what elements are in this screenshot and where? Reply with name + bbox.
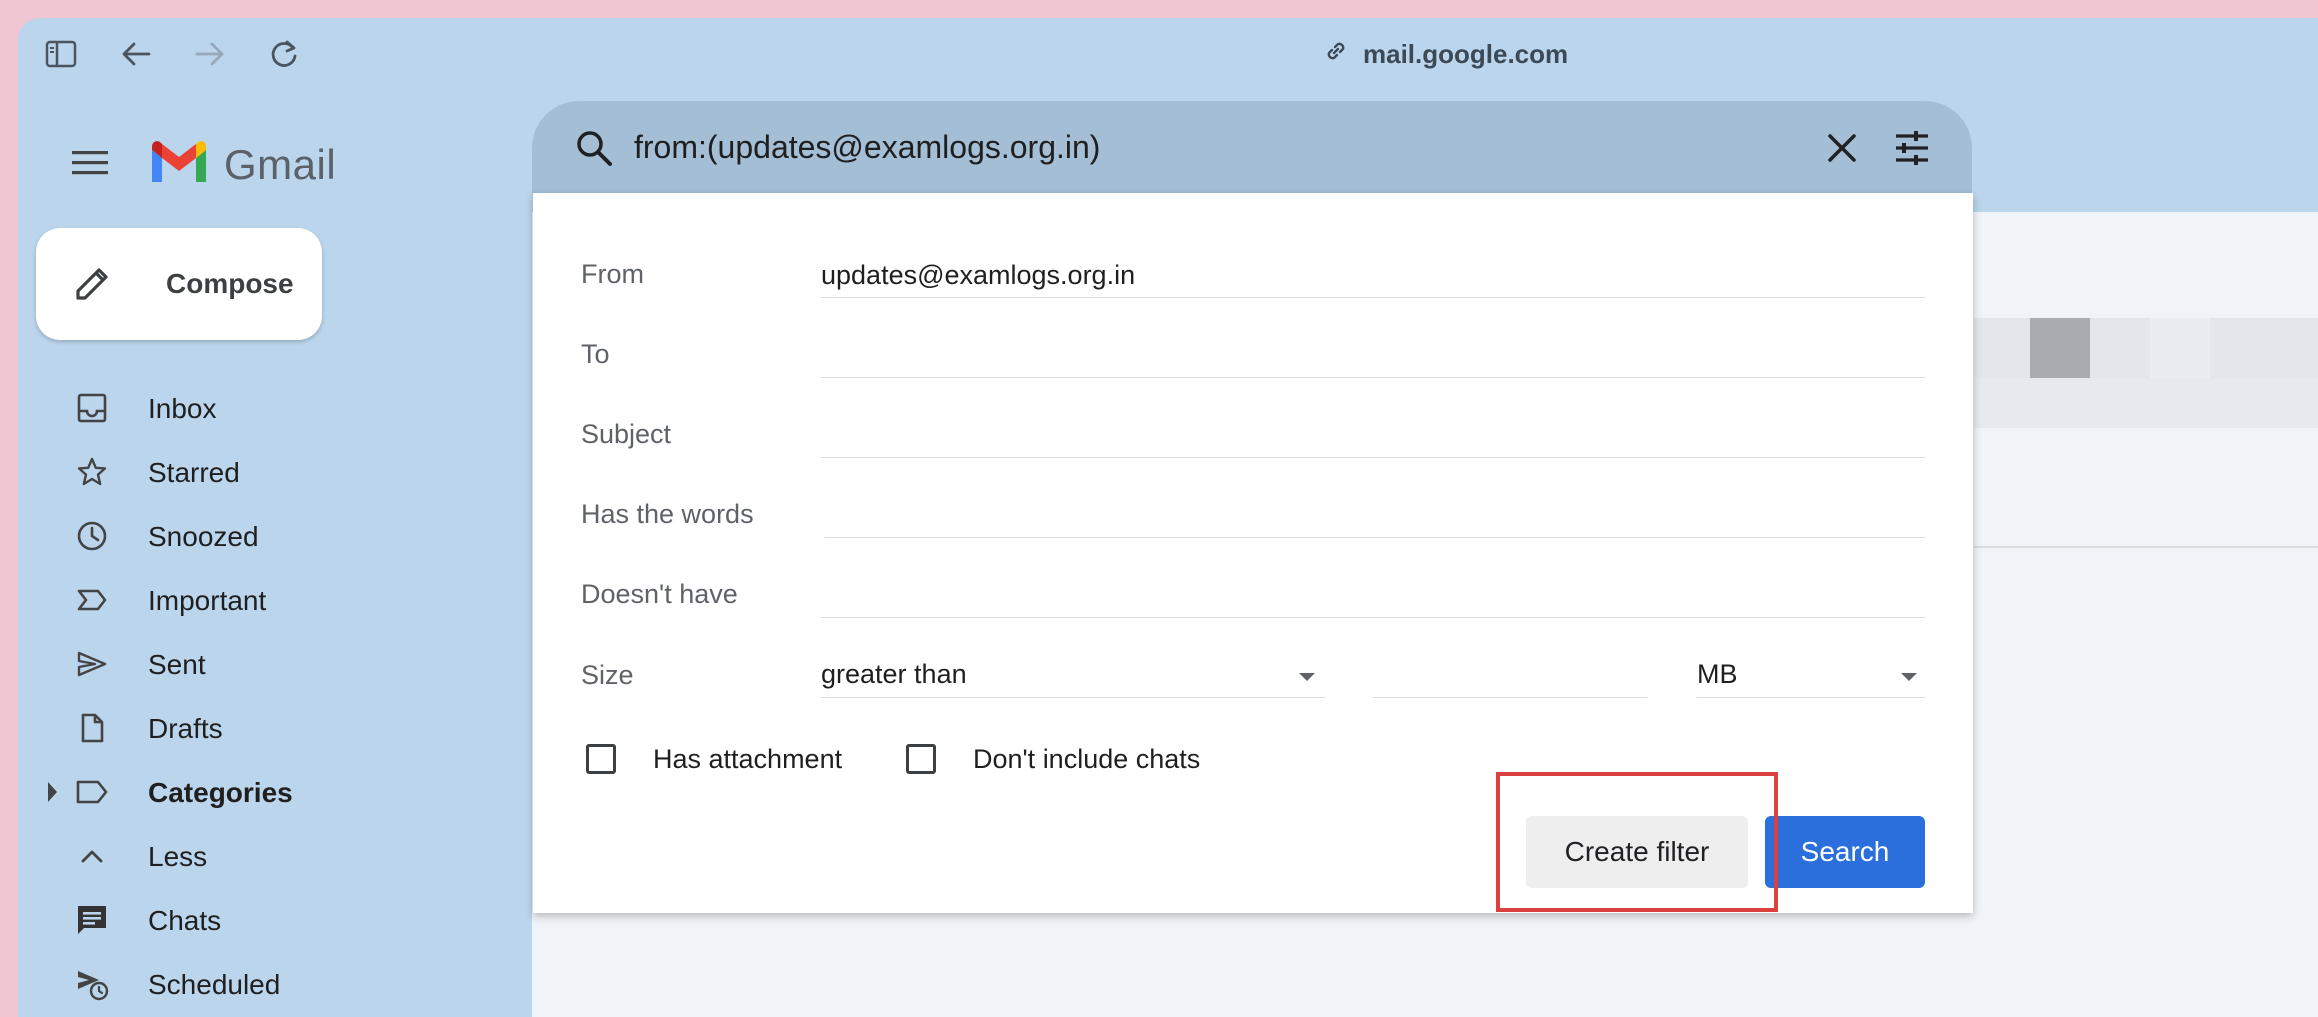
scheduled-icon [74, 966, 110, 1002]
dont-include-chats-checkbox[interactable] [906, 744, 936, 774]
sidebar-item-label: Starred [148, 457, 240, 488]
search-options-icon[interactable] [1892, 128, 1932, 168]
from-field[interactable]: updates@examlogs.org.in [821, 260, 1135, 291]
has-words-underline [825, 537, 1925, 538]
gmail-logo[interactable]: Gmail [148, 138, 336, 191]
subject-field[interactable] [821, 419, 1925, 453]
send-icon [74, 646, 110, 682]
address-bar[interactable]: mail.google.com [1323, 38, 1568, 70]
compose-button[interactable]: Compose [36, 228, 322, 340]
sidebar-item-categories[interactable]: Categories [18, 764, 518, 820]
size-unit-value: MB [1697, 659, 1738, 689]
sidebar-item-important[interactable]: Important [18, 572, 518, 628]
dropdown-arrow-icon [1901, 673, 1917, 681]
sidebar-item-sent[interactable]: Sent [18, 636, 518, 692]
size-unit-select[interactable]: MB [1697, 653, 1925, 697]
sidebar-item-label: Drafts [148, 713, 223, 744]
draft-icon [74, 710, 110, 746]
chevron-up-icon [74, 838, 110, 874]
create-filter-button[interactable]: Create filter [1526, 816, 1748, 888]
blurred-thumbnail [2150, 318, 2210, 378]
chat-icon [74, 902, 110, 938]
star-icon [74, 454, 110, 490]
compose-label: Compose [166, 268, 294, 299]
forward-arrow-icon[interactable] [192, 36, 228, 72]
from-underline [821, 297, 1925, 298]
size-unit-underline [1697, 697, 1925, 698]
dropdown-arrow-icon [1299, 673, 1315, 681]
gmail-logo-text: Gmail [224, 140, 337, 188]
search-button[interactable]: Search [1765, 816, 1925, 888]
gmail-m-icon [148, 138, 210, 191]
sidebar-item-label: Important [148, 585, 267, 616]
label-icon [74, 774, 110, 810]
size-value-underline [1373, 697, 1647, 698]
sidebar-item-less[interactable]: Less [18, 828, 518, 884]
sidebar-item-scheduled[interactable]: Scheduled [18, 956, 518, 1012]
size-value-field[interactable] [1373, 660, 1647, 694]
sidebar-item-label: Scheduled [148, 969, 281, 1000]
to-field[interactable] [821, 339, 1925, 373]
reload-icon[interactable] [266, 36, 302, 72]
sidebar-item-label: Categories [148, 777, 293, 808]
main-menu-icon[interactable] [70, 143, 110, 183]
has-words-label: Has the words [581, 499, 754, 529]
link-icon [1323, 38, 1349, 71]
sidebar-item-starred[interactable]: Starred [18, 444, 518, 500]
subject-underline [821, 457, 1925, 458]
doesnt-have-underline [821, 617, 1925, 618]
sidebar-item-label: Less [148, 841, 208, 872]
clock-icon [74, 518, 110, 554]
back-arrow-icon[interactable] [118, 36, 154, 72]
doesnt-have-field[interactable] [821, 579, 1925, 613]
has-attachment-label: Has attachment [653, 744, 843, 774]
doesnt-have-label: Doesn't have [581, 579, 738, 609]
sidebar-item-label: Chats [148, 905, 222, 936]
to-label: To [581, 339, 610, 369]
url-text: mail.google.com [1363, 38, 1569, 69]
search-icon[interactable] [574, 128, 614, 168]
from-label: From [581, 259, 644, 289]
search-bar[interactable]: from:(updates@examlogs.org.in) [532, 101, 1972, 195]
important-icon [74, 582, 110, 618]
browser-window: mail.google.com Gmail from:(updates@exam… [18, 18, 2318, 1017]
to-underline [821, 377, 1925, 378]
size-operator-value: greater than [821, 659, 967, 689]
sidebar-item-inbox[interactable]: Inbox [18, 380, 518, 436]
sidebar-toggle-icon[interactable] [43, 36, 79, 72]
has-attachment-checkbox[interactable] [586, 744, 616, 774]
blurred-mail-row [1974, 318, 2318, 378]
divider [1974, 546, 2318, 548]
dont-include-chats-label: Don't include chats [973, 744, 1201, 774]
size-operator-underline [821, 697, 1325, 698]
browser-toolbar: mail.google.com [18, 18, 2318, 88]
search-input[interactable]: from:(updates@examlogs.org.in) [634, 127, 1100, 167]
blurred-thumbnail [2030, 318, 2090, 378]
inbox-icon [74, 390, 110, 426]
sidebar-item-chats[interactable]: Chats [18, 892, 518, 948]
advanced-search-panel: From updates@examlogs.org.in To Subject … [533, 193, 1973, 913]
subject-label: Subject [581, 419, 672, 449]
sidebar-item-label: Snoozed [148, 521, 259, 552]
sidebar-item-label: Inbox [148, 393, 217, 424]
close-icon[interactable] [1822, 128, 1862, 168]
size-label: Size [581, 660, 634, 690]
blurred-mail-row [1974, 378, 2318, 428]
sidebar-item-label: Sent [148, 649, 206, 680]
sidebar-item-snoozed[interactable]: Snoozed [18, 508, 518, 564]
size-operator-select[interactable]: greater than [821, 653, 1325, 697]
expand-arrow-icon[interactable] [48, 782, 57, 802]
pencil-icon [72, 264, 112, 304]
has-words-field[interactable] [825, 499, 1925, 533]
sidebar-item-drafts[interactable]: Drafts [18, 700, 518, 756]
